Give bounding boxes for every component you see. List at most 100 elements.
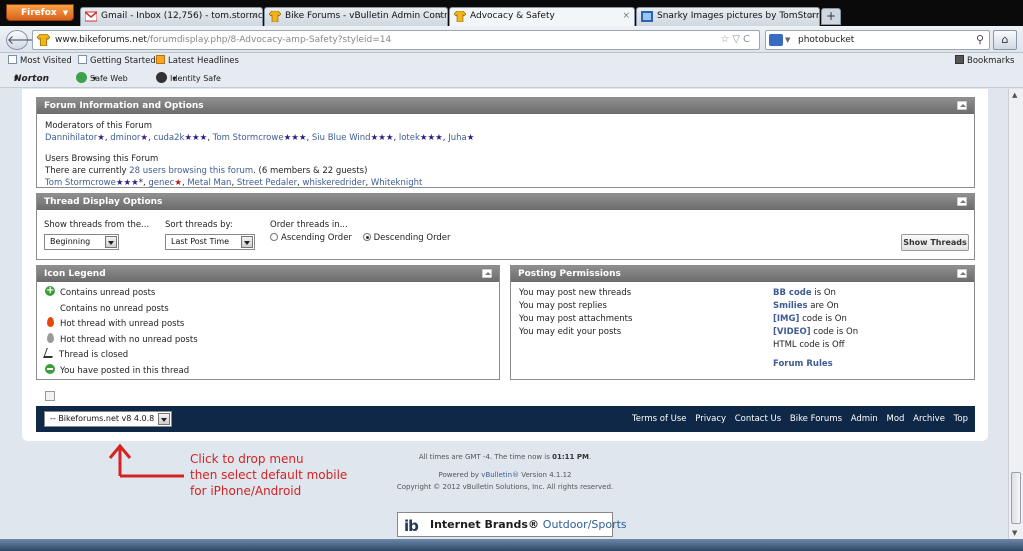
internet-brands-logo[interactable]: ib Internet Brands® Outdoor/Sports xyxy=(397,512,627,537)
close-icon[interactable]: × xyxy=(435,8,443,25)
forum-info-block: Forum Information and Options Moderators… xyxy=(36,97,975,188)
tab-title: Snarky Images pictures by TomStorm... xyxy=(657,11,820,21)
norton-safe-web[interactable]: Safe Web ▾ xyxy=(76,70,128,88)
user-link[interactable]: Tom Stormcrowe xyxy=(213,133,284,143)
legend-item: Hot thread with unread posts xyxy=(45,317,491,333)
copyright-block: All times are GMT -4. The time now is 01… xyxy=(380,451,630,493)
bbcode-link[interactable]: BB code xyxy=(773,288,812,298)
footer-link-archive[interactable]: Archive xyxy=(913,414,945,424)
permission-row: HTML code is Off xyxy=(773,340,845,350)
forum-footer: -- Bikeforums.net v8 4.0.8 Terms of Use … xyxy=(36,406,975,432)
sort-label: Sort threads by: xyxy=(165,220,233,230)
user-link[interactable]: Metal Man xyxy=(187,178,231,188)
collapse-icon[interactable] xyxy=(482,269,492,278)
firefox-menu-button[interactable]: Firefox ▼ xyxy=(6,4,74,21)
user-link[interactable]: whiskeredrider xyxy=(303,178,366,188)
user-link[interactable]: Whiteknight xyxy=(371,178,423,188)
norton-logo[interactable]: Norton ▾ xyxy=(14,70,49,88)
video-code-link[interactable]: [VIDEO] xyxy=(773,327,811,337)
annotation-text: Click to drop menu then select default m… xyxy=(190,452,348,498)
scroll-down-icon[interactable]: ▼ xyxy=(1012,529,1017,537)
users-browsing-link[interactable]: 28 users browsing this forum xyxy=(129,166,253,176)
tab-vbulletin-admin[interactable]: Bike Forums - vBulletin Admin Contr... × xyxy=(264,7,448,26)
home-button[interactable]: ⌂ xyxy=(993,30,1017,50)
forum-rules-link[interactable]: Forum Rules xyxy=(773,359,833,369)
scroll-up-icon[interactable]: ▲ xyxy=(1012,91,1017,99)
close-icon[interactable]: × xyxy=(250,8,258,25)
close-icon[interactable]: × xyxy=(622,8,630,25)
os-taskbar xyxy=(0,539,1023,551)
collapse-icon[interactable] xyxy=(957,197,967,206)
bookmarks-menu[interactable]: Bookmarks xyxy=(955,53,1015,70)
collapse-icon[interactable] xyxy=(957,101,967,110)
sort-select[interactable]: Last Post Time xyxy=(165,234,255,250)
bookmark-most-visited[interactable]: Most Visited xyxy=(8,53,72,70)
footer-link-admin[interactable]: Admin xyxy=(851,414,878,424)
collapse-icon[interactable] xyxy=(957,269,967,278)
vertical-scrollbar[interactable]: ▲ ▼ xyxy=(1008,89,1023,539)
footer-link-top[interactable]: Top xyxy=(954,414,968,424)
footer-link-terms[interactable]: Terms of Use xyxy=(632,414,687,424)
user-link[interactable]: genec xyxy=(148,178,174,188)
smilies-link[interactable]: Smilies xyxy=(773,301,808,311)
copyright-text: Copyright © 2012 vBulletin Solutions, In… xyxy=(396,483,614,491)
footer-links: Terms of Use Privacy Contact Us Bike For… xyxy=(626,406,968,432)
forum-info-header: Forum Information and Options xyxy=(37,98,974,114)
bookmark-star-icon[interactable]: ☆▽C xyxy=(720,31,753,49)
norton-identity-safe[interactable]: Identity Safe ▾ xyxy=(156,70,221,88)
descending-radio[interactable]: Descending Order xyxy=(362,233,451,243)
url-bar[interactable]: www.bikeforums.net/forumdisplay.php/8-Ad… xyxy=(32,30,760,50)
user-link[interactable]: dminor xyxy=(110,133,140,143)
style-select[interactable]: -- Bikeforums.net v8 4.0.8 xyxy=(44,411,172,427)
photobucket-icon xyxy=(641,11,653,22)
chevron-down-icon[interactable]: ▼ xyxy=(785,31,790,49)
user-link[interactable]: Street Pedaler xyxy=(237,178,297,188)
user-link[interactable]: lotek xyxy=(399,133,420,143)
permission-row: You may post attachments [IMG] code is On xyxy=(519,314,847,324)
icon-legend-header: Icon Legend xyxy=(37,266,499,282)
icon-legend-list: Contains unread posts Contains no unread… xyxy=(37,282,499,401)
bookmark-latest-headlines[interactable]: Latest Headlines xyxy=(156,53,239,70)
close-icon[interactable]: × xyxy=(807,8,815,25)
tab-gmail[interactable]: Gmail - Inbox (12,756) - tom.stormcr... × xyxy=(80,7,263,26)
moderators-list: Dannihilator★, dminor★, cuda2k★★★, Tom S… xyxy=(45,132,966,144)
search-icon[interactable]: ⚲ xyxy=(976,31,984,49)
user-link[interactable]: Siu Blue Wind xyxy=(312,133,371,143)
img-code-link[interactable]: [IMG] xyxy=(773,314,799,324)
page-icon xyxy=(78,55,87,64)
show-threads-button[interactable]: Show Threads xyxy=(901,234,969,251)
search-bar[interactable]: ▼ photobucket ⚲ xyxy=(765,30,990,50)
scrollbar-thumb[interactable] xyxy=(1011,472,1021,524)
url-path: /forumdisplay.php/8-Advocacy-amp-Safety?… xyxy=(146,35,392,45)
posting-permissions-header: Posting Permissions xyxy=(511,266,974,282)
footer-link-mod[interactable]: Mod xyxy=(887,414,905,424)
show-from-select[interactable]: Beginning xyxy=(44,234,119,250)
star-icon: ★★★ xyxy=(283,133,307,143)
bookmark-getting-started[interactable]: Getting Started xyxy=(78,53,156,70)
user-link[interactable]: Tom Stormcrowe xyxy=(45,178,116,188)
user-link[interactable]: cuda2k xyxy=(153,133,184,143)
legend-item: Thread is closed xyxy=(43,348,491,364)
user-link[interactable]: Dannihilator xyxy=(45,133,97,143)
search-engine-icon[interactable] xyxy=(769,34,783,46)
new-tab-button[interactable]: + xyxy=(821,8,841,25)
star-icon: ★ xyxy=(140,133,149,143)
ascending-radio[interactable]: Ascending Order xyxy=(270,233,352,243)
moderators-heading: Moderators of this Forum xyxy=(45,121,153,131)
vbulletin-link[interactable]: vBulletin® xyxy=(481,471,519,479)
legend-item: Contains unread posts xyxy=(45,283,491,302)
tab-snarky-images[interactable]: Snarky Images pictures by TomStorm... × xyxy=(636,7,820,26)
shirt-icon xyxy=(454,11,466,22)
back-button[interactable]: 🡐 xyxy=(6,30,39,50)
users-browsing-count: There are currently 28 users browsing th… xyxy=(45,166,368,176)
tab-advocacy-safety[interactable]: Advocacy & Safety × xyxy=(449,7,635,26)
shirt-icon xyxy=(37,34,50,46)
star-icon: ★★★ xyxy=(419,133,443,143)
bookmarks-icon xyxy=(955,55,964,64)
footer-link-bike-forums[interactable]: Bike Forums xyxy=(790,414,842,424)
footer-link-privacy[interactable]: Privacy xyxy=(695,414,726,424)
footer-link-contact[interactable]: Contact Us xyxy=(735,414,781,424)
plus-icon xyxy=(45,283,55,299)
user-link[interactable]: Juha xyxy=(448,133,467,143)
rss-icon xyxy=(156,55,165,64)
